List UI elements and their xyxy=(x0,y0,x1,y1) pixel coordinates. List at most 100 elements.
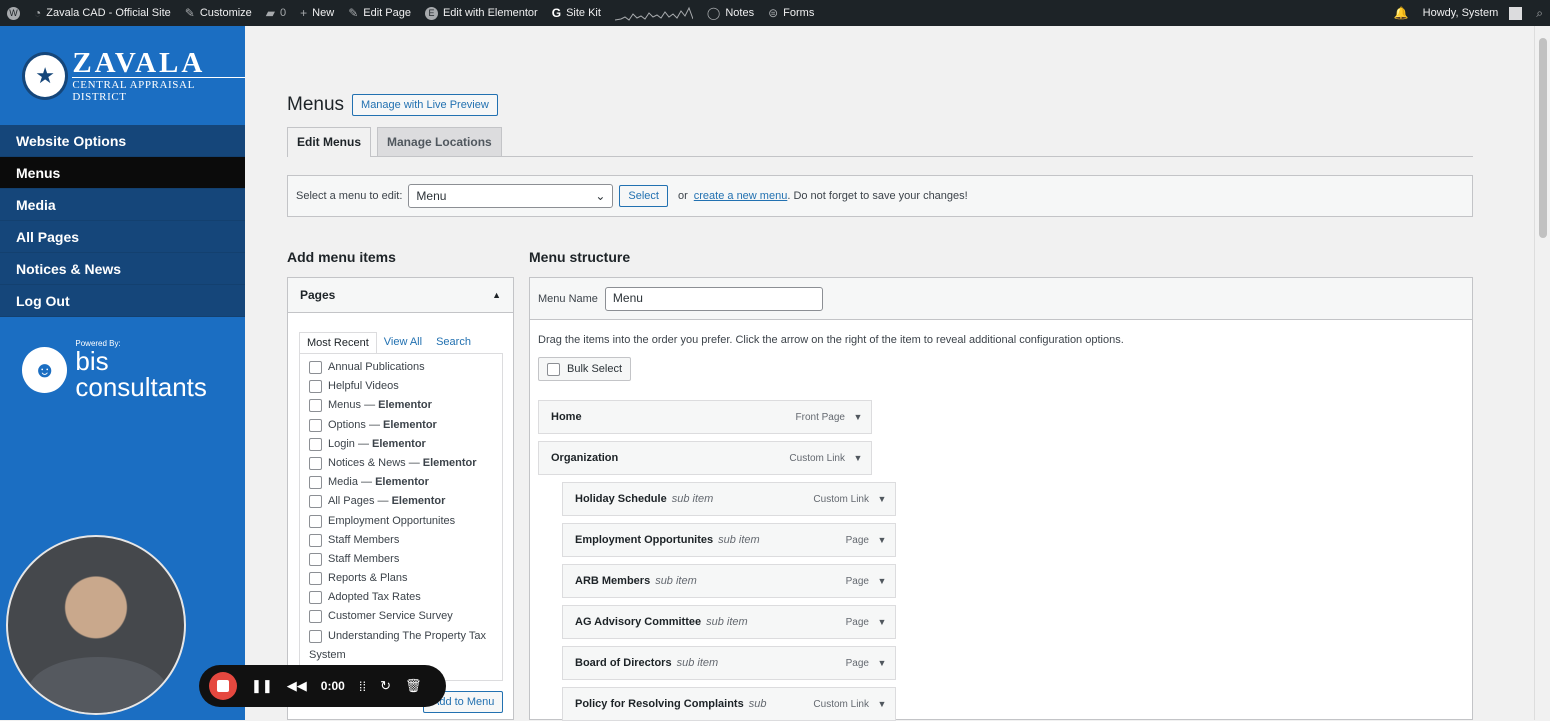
site-kit-link[interactable]: G Site Kit xyxy=(545,0,608,26)
checkbox[interactable] xyxy=(547,362,560,376)
caret-down-icon[interactable]: ▼ xyxy=(869,576,895,586)
list-item[interactable]: Helpful Videos xyxy=(309,380,493,399)
new-content-link[interactable]: + New xyxy=(293,0,341,26)
menu-item-home[interactable]: Home Front Page ▼ xyxy=(538,400,872,434)
list-item[interactable]: Login — Elementor xyxy=(309,437,493,457)
chevron-down-icon: ⌄ xyxy=(595,189,606,203)
stop-record-button[interactable] xyxy=(209,672,237,700)
trash-icon[interactable]: 🗑 xyxy=(405,678,422,694)
stats-sparkline[interactable] xyxy=(608,0,700,26)
tab-edit-menus[interactable]: Edit Menus xyxy=(287,127,372,157)
customize-link[interactable]: ✎ Customize xyxy=(178,0,259,26)
list-item[interactable]: Options — Elementor xyxy=(309,418,493,438)
caret-down-icon[interactable]: ▼ xyxy=(869,494,895,504)
menu-item-board-of-directors[interactable]: Board of Directors sub item Page ▼ xyxy=(562,646,896,680)
list-item[interactable]: Notices & News — Elementor xyxy=(309,456,493,476)
tab-manage-locations[interactable]: Manage Locations xyxy=(377,127,502,156)
caret-down-icon[interactable]: ▼ xyxy=(845,453,871,463)
menu-item-employment[interactable]: Employment Opportunites sub item Page ▼ xyxy=(562,523,896,557)
bulk-select-button[interactable]: Bulk Select xyxy=(538,357,632,381)
checkbox[interactable] xyxy=(309,418,322,432)
page-scrollbar[interactable] xyxy=(1534,26,1550,720)
checkbox[interactable] xyxy=(309,361,322,374)
mascot-icon: ☻ xyxy=(22,346,68,393)
sidebar-item-all-pages[interactable]: All Pages xyxy=(0,221,245,253)
edit-page-link[interactable]: ✎ Edit Page xyxy=(341,0,418,26)
list-item[interactable]: Reports & Plans xyxy=(309,572,493,591)
pencil-icon: ✎ xyxy=(348,6,359,20)
list-item[interactable]: All Pages — Elementor xyxy=(309,495,493,514)
checkbox[interactable] xyxy=(309,495,322,509)
brush-icon: ✎ xyxy=(184,6,195,20)
caret-down-icon[interactable]: ▼ xyxy=(869,699,895,709)
select-button[interactable]: Select xyxy=(619,185,668,207)
restart-icon[interactable]: ↻ xyxy=(380,678,391,694)
wordpress-logo-icon[interactable]: W xyxy=(0,0,27,26)
tab-most-recent[interactable]: Most Recent xyxy=(299,332,377,354)
rewind-icon[interactable]: ◀◀ xyxy=(287,678,307,694)
list-item[interactable]: Customer Service Survey xyxy=(309,610,493,629)
checkbox[interactable] xyxy=(309,437,322,451)
sidebar-item-menus[interactable]: Menus xyxy=(0,157,245,189)
menu-select-dropdown[interactable]: Menu ⌄ xyxy=(408,184,614,208)
live-preview-button[interactable]: Manage with Live Preview xyxy=(352,94,498,116)
checkbox[interactable] xyxy=(309,629,322,643)
checkbox[interactable] xyxy=(309,399,322,413)
list-item[interactable]: Media — Elementor xyxy=(309,476,493,495)
list-item[interactable]: Understanding The Property Tax xyxy=(309,629,493,649)
notifications-bell[interactable]: 🔔 xyxy=(1387,0,1416,26)
site-name-link[interactable]: ◔ Zavala CAD - Official Site xyxy=(27,0,178,26)
nav-tabs: Edit Menus Manage Locations xyxy=(287,127,1473,157)
sidebar-item-website-options[interactable]: Website Options xyxy=(0,125,245,157)
menu-item-organization[interactable]: Organization Custom Link ▼ xyxy=(538,441,872,475)
caret-down-icon[interactable]: ▼ xyxy=(845,412,871,422)
list-item[interactable]: Employment Opportunites xyxy=(309,514,493,534)
checkbox[interactable] xyxy=(309,610,322,624)
list-item[interactable]: Menus — Elementor xyxy=(309,399,493,418)
checkbox[interactable] xyxy=(309,533,322,547)
checkbox[interactable] xyxy=(309,476,322,490)
checkbox[interactable] xyxy=(309,591,322,605)
menu-item-arb-members[interactable]: ARB Members sub item Page ▼ xyxy=(562,564,896,598)
sidebar-item-log-out[interactable]: Log Out xyxy=(0,285,245,317)
list-item[interactable]: Staff Members xyxy=(309,533,493,553)
forms-link[interactable]: ⊜ Forms xyxy=(761,0,821,26)
notes-link[interactable]: ◯ Notes xyxy=(700,0,761,26)
list-item[interactable]: Adopted Tax Rates xyxy=(309,591,493,610)
menu-name-input[interactable]: Menu xyxy=(604,286,823,311)
pause-icon[interactable]: ❚❚ xyxy=(251,678,273,694)
menu-item-holiday-schedule[interactable]: Holiday Schedule sub item Custom Link ▼ xyxy=(562,482,896,516)
caret-down-icon[interactable]: ▼ xyxy=(869,658,895,668)
scroll-thumb[interactable] xyxy=(1539,38,1547,238)
tab-view-all[interactable]: View All xyxy=(377,332,429,354)
main-content: Menus Manage with Live Preview Edit Menu… xyxy=(245,26,1534,721)
list-item[interactable]: Annual Publications xyxy=(309,361,493,380)
menu-item-ag-advisory[interactable]: AG Advisory Committee sub item Page ▼ xyxy=(562,605,896,639)
create-menu-link[interactable]: create a new menu xyxy=(694,190,788,202)
checkbox[interactable] xyxy=(309,552,322,566)
account-menu[interactable]: Howdy, System xyxy=(1416,0,1530,26)
checkbox[interactable] xyxy=(309,572,322,586)
sidebar-item-media[interactable]: Media xyxy=(0,189,245,221)
caret-up-icon[interactable]: ▲ xyxy=(492,290,501,300)
tab-search[interactable]: Search xyxy=(429,332,478,354)
caret-down-icon[interactable]: ▼ xyxy=(869,535,895,545)
edit-elementor-link[interactable]: E Edit with Elementor xyxy=(418,0,545,26)
comments-link[interactable]: ▰ 0 xyxy=(259,0,293,26)
site-logo[interactable]: ★ ZAVALA CENTRAL APPRAISAL DISTRICT xyxy=(0,26,245,125)
list-item[interactable]: Staff Members xyxy=(309,552,493,572)
checkbox[interactable] xyxy=(309,456,322,470)
checkbox[interactable] xyxy=(309,514,322,528)
sidebar-item-notices-news[interactable]: Notices & News xyxy=(0,253,245,285)
search-icon: ⌕ xyxy=(1536,5,1543,20)
checkbox[interactable] xyxy=(309,380,322,394)
pages-panel-header[interactable]: Pages ▲ xyxy=(288,278,513,313)
logo-name: ZAVALA xyxy=(72,46,206,79)
drag-hint: Drag the items into the order you prefer… xyxy=(538,334,1124,346)
menu-item-policy-complaints[interactable]: Policy for Resolving Complaints sub Cust… xyxy=(562,687,896,721)
caret-down-icon[interactable]: ▼ xyxy=(869,617,895,627)
grid-icon[interactable]: ⁞⁞ xyxy=(359,679,366,694)
search-button[interactable]: ⌕ xyxy=(1529,0,1550,26)
recorder-toolbar: ❚❚ ◀◀ 0:00 ⁞⁞ ↻ 🗑 xyxy=(199,665,446,707)
comment-icon: ▰ xyxy=(265,6,276,20)
